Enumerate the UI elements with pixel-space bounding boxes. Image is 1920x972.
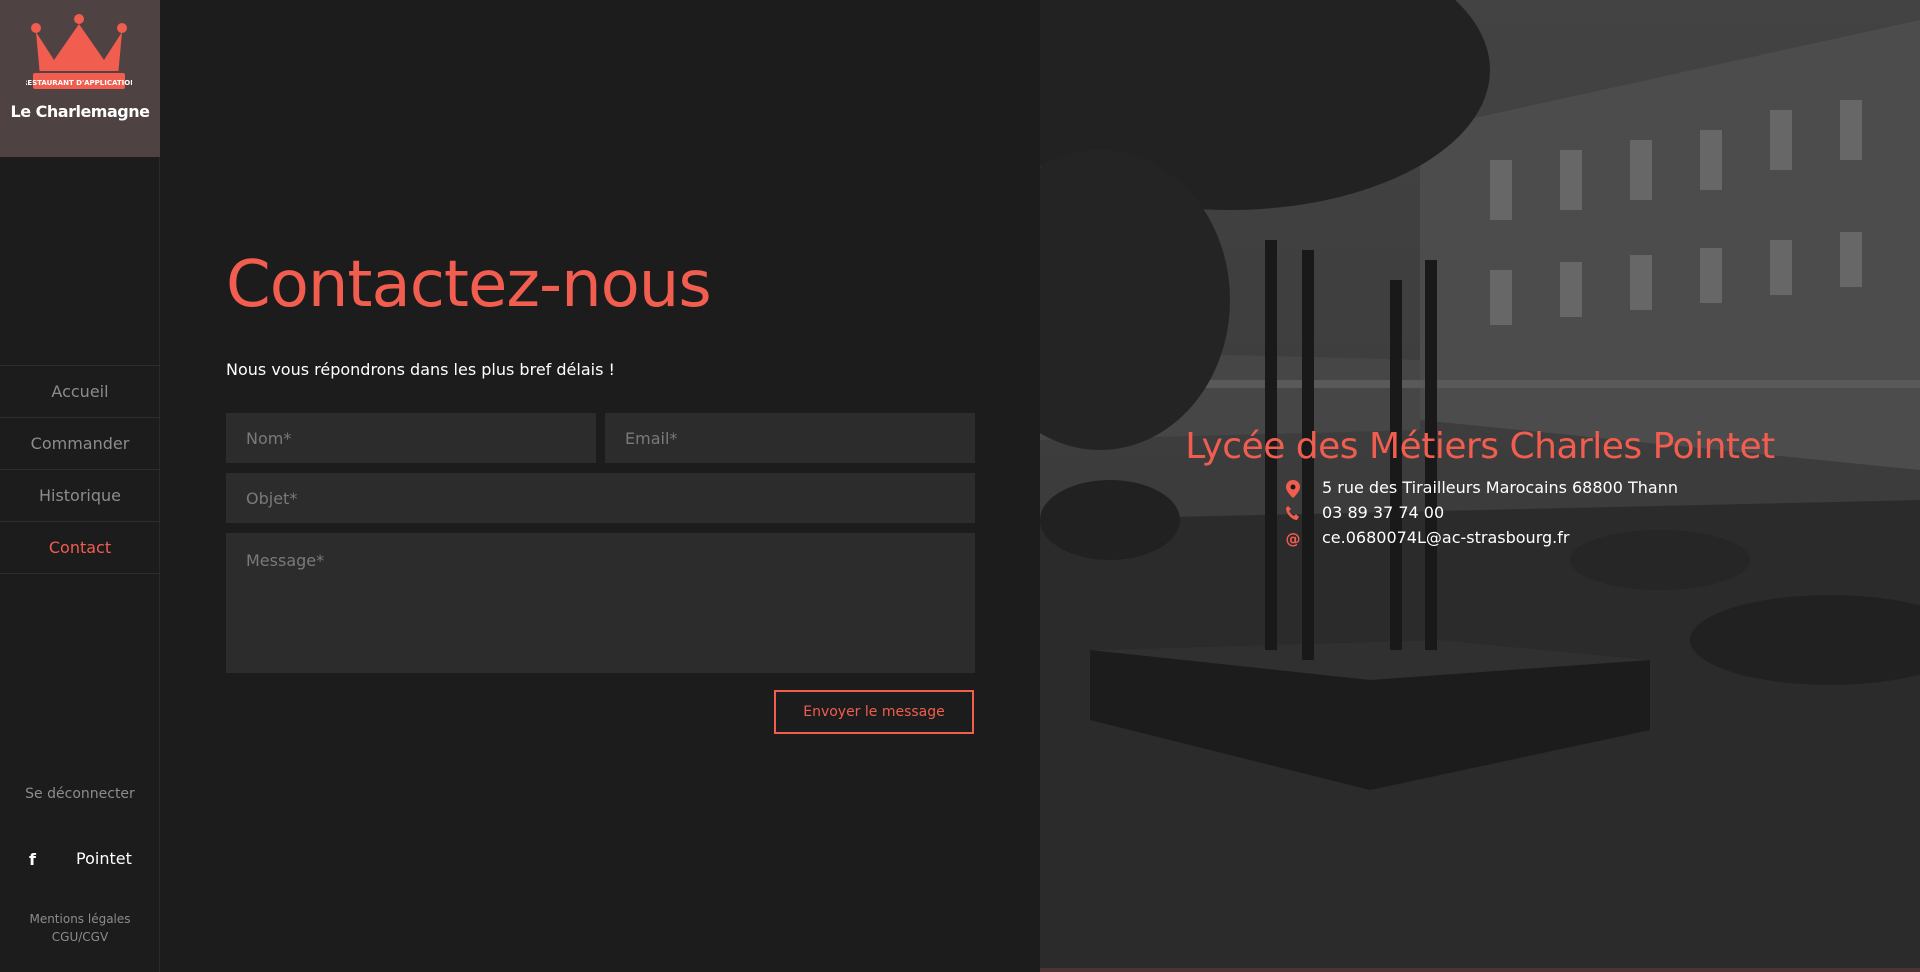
main-nav: Accueil Commander Historique Contact <box>0 365 160 574</box>
page-subtitle: Nous vous répondrons dans les plus bref … <box>226 360 615 379</box>
nav-item-contact[interactable]: Contact <box>0 521 160 574</box>
nav-item-historique[interactable]: Historique <box>0 469 160 521</box>
logo[interactable]: RESTAURANT D'APPLICATION Le Charlemagne <box>0 0 160 157</box>
phone-row: 03 89 37 74 00 <box>1284 503 1784 528</box>
terms-link[interactable]: CGU/CGV <box>0 928 160 946</box>
sidebar: RESTAURANT D'APPLICATION Le Charlemagne … <box>0 0 160 972</box>
legal-notice-link[interactable]: Mentions légales <box>0 910 160 928</box>
nav-item-commander[interactable]: Commander <box>0 417 160 469</box>
name-input[interactable] <box>226 413 596 463</box>
school-phone[interactable]: 03 89 37 74 00 <box>1322 503 1444 522</box>
facebook-icon: f <box>29 850 36 869</box>
logout-link[interactable]: Se déconnecter <box>0 786 160 802</box>
crown-logo-icon: RESTAURANT D'APPLICATION <box>26 14 132 91</box>
send-message-button[interactable]: Envoyer le message <box>774 690 974 734</box>
facebook-link[interactable]: f Pointet <box>0 848 160 870</box>
page-title: Contactez-nous <box>226 248 712 322</box>
map-pin-icon <box>1284 480 1302 498</box>
legal-links: Mentions légales CGU/CGV <box>0 910 160 946</box>
bottom-divider <box>1040 968 1920 972</box>
address-row: 5 rue des Tirailleurs Marocains 68800 Th… <box>1284 478 1784 503</box>
school-email[interactable]: ce.0680074L@ac-strasbourg.fr <box>1322 528 1569 547</box>
school-info: Lycée des Métiers Charles Pointet 5 rue … <box>1040 426 1920 548</box>
message-textarea[interactable] <box>226 533 975 673</box>
email-input[interactable] <box>605 413 975 463</box>
phone-icon <box>1284 505 1302 523</box>
nav-item-accueil[interactable]: Accueil <box>0 365 160 417</box>
logo-badge-text: RESTAURANT D'APPLICATION <box>26 79 132 87</box>
contact-section: Contactez-nous Nous vous répondrons dans… <box>160 0 1040 972</box>
email-row: @ ce.0680074L@ac-strasbourg.fr <box>1284 528 1784 553</box>
school-contact-list: 5 rue des Tirailleurs Marocains 68800 Th… <box>1284 478 1784 553</box>
brand-name: Le Charlemagne <box>10 102 150 121</box>
facebook-label: Pointet <box>76 849 132 868</box>
school-address: 5 rue des Tirailleurs Marocains 68800 Th… <box>1322 478 1678 497</box>
at-icon: @ <box>1285 530 1301 548</box>
subject-input[interactable] <box>226 473 975 523</box>
school-name: Lycée des Métiers Charles Pointet <box>1185 426 1775 467</box>
